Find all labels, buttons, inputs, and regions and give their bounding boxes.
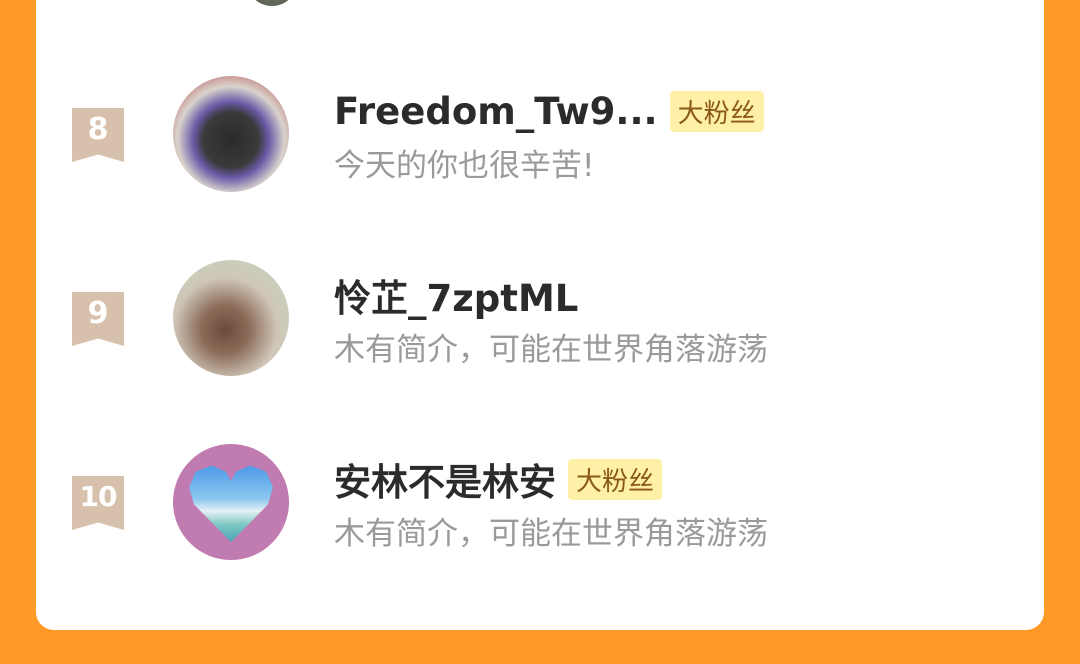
heart-icon [189, 465, 273, 542]
avatar[interactable] [173, 76, 289, 192]
user-bio: 木有简介，可能在世界角落游荡 [334, 332, 768, 368]
list-item[interactable]: 8 Freedom_Tw9... 大粉丝 今天的你也很辛苦! [36, 74, 1044, 194]
rank-ribbon: 10 [72, 476, 124, 530]
name-line: 怜芷_7zptML [334, 270, 578, 320]
rank-ribbon: 9 [72, 292, 124, 346]
avatar[interactable] [173, 444, 289, 560]
list-item[interactable]: 9 怜芷_7zptML 木有简介，可能在世界角落游荡 [36, 258, 1044, 378]
user-name[interactable]: Freedom_Tw9... [334, 90, 658, 133]
user-name[interactable]: 怜芷_7zptML [334, 268, 578, 322]
fan-ranking-card: 8 Freedom_Tw9... 大粉丝 今天的你也很辛苦! 9 怜芷_7zpt… [36, 0, 1044, 630]
user-bio: 木有简介，可能在世界角落游荡 [334, 516, 768, 552]
list-item[interactable]: 10 安林不是林安 大粉丝 木有简介，可能在世界角落游荡 [36, 442, 1044, 562]
rank-ribbon: 8 [72, 108, 124, 162]
avatar[interactable] [173, 260, 289, 376]
name-line: Freedom_Tw9... 大粉丝 [334, 86, 764, 136]
fan-badge: 大粉丝 [669, 90, 764, 132]
user-name[interactable]: 安林不是林安 [334, 452, 556, 506]
avatar[interactable] [246, 0, 298, 6]
fan-badge: 大粉丝 [568, 458, 663, 500]
name-line: 安林不是林安 大粉丝 [334, 452, 663, 506]
user-bio: 今天的你也很辛苦! [334, 148, 595, 184]
